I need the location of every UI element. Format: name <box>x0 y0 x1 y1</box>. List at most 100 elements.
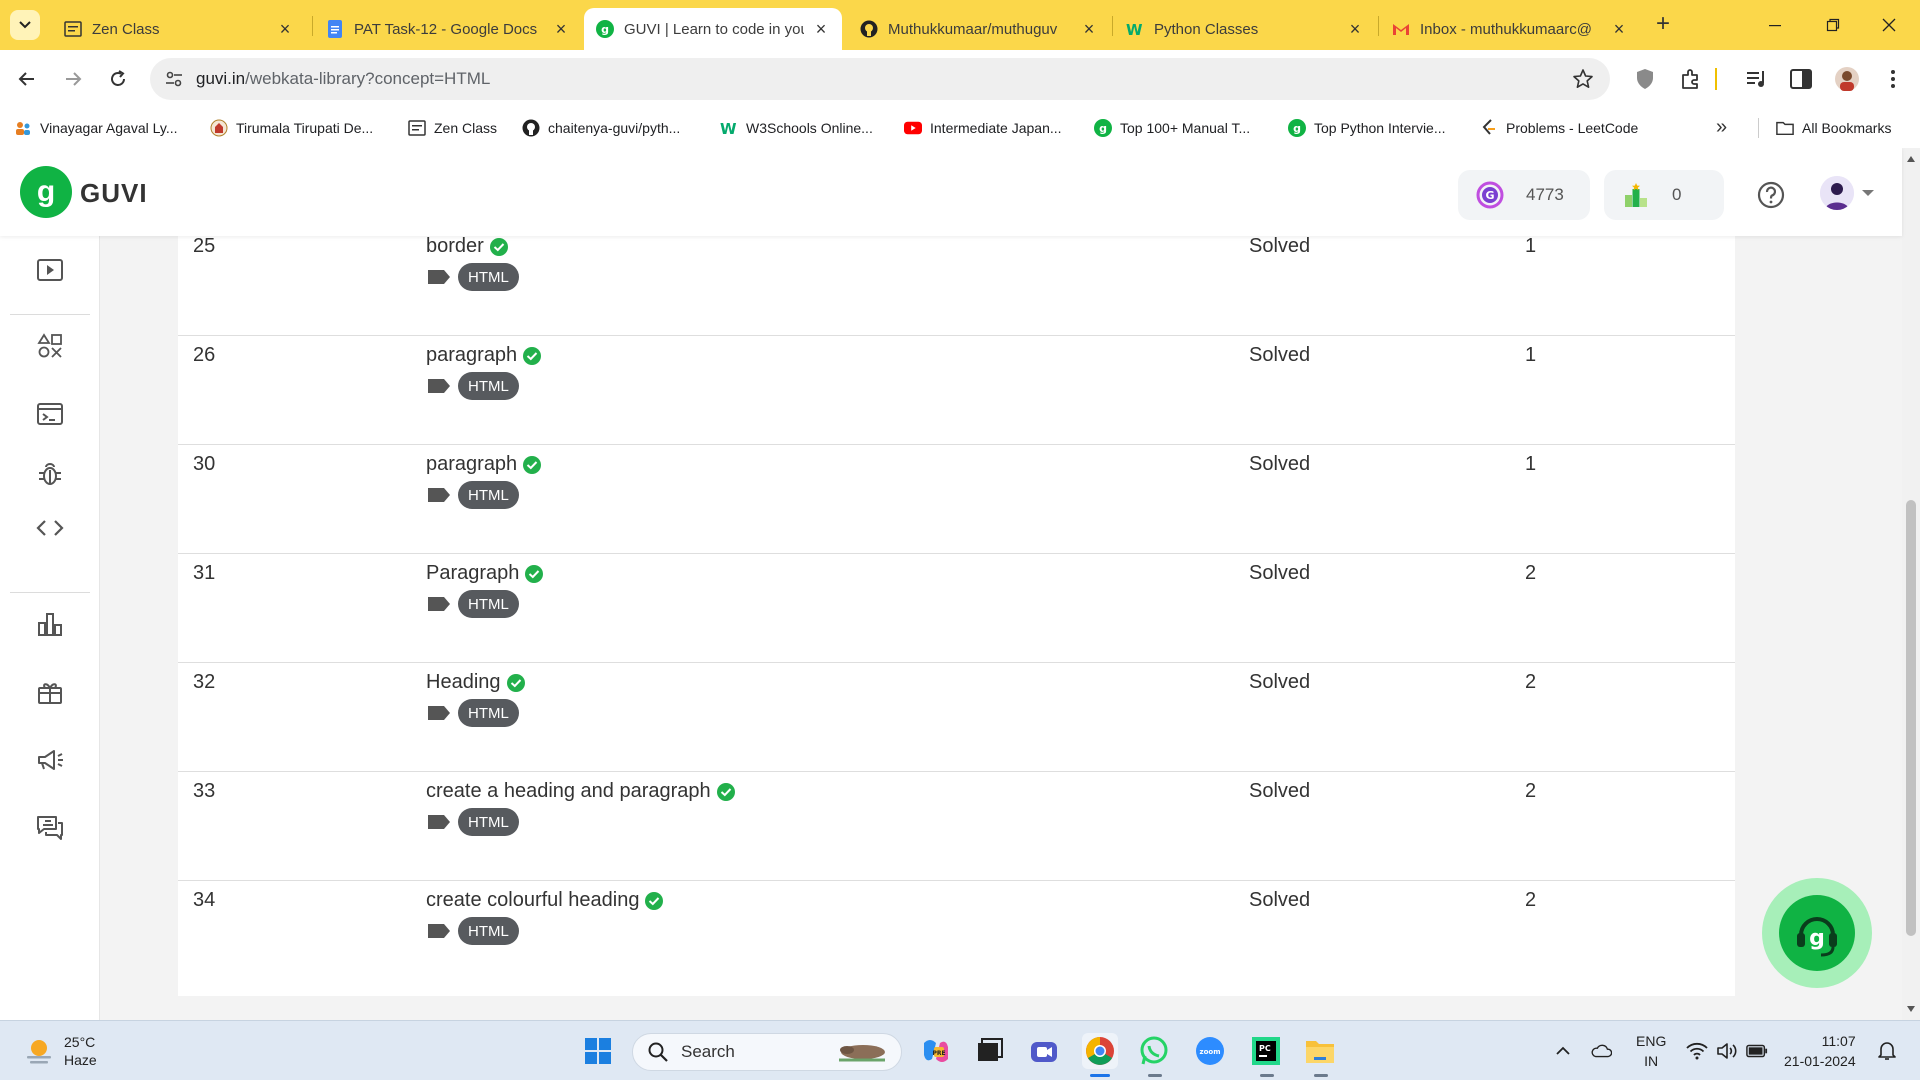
guvi-logo-text[interactable]: GUVI <box>80 178 148 209</box>
taskbar-chrome[interactable] <box>1082 1033 1118 1069</box>
address-bar[interactable]: guvi.in/webkata-library?concept=HTML <box>150 58 1610 100</box>
extensions-puzzle-icon[interactable] <box>1678 66 1704 92</box>
sidebar-item-ide[interactable] <box>30 394 70 434</box>
scrollbar-thumb[interactable] <box>1906 500 1916 936</box>
user-avatar[interactable] <box>1820 176 1854 210</box>
forward-button[interactable] <box>58 64 88 94</box>
sidebar-item-practice[interactable] <box>30 326 70 366</box>
sidebar-item-announcements[interactable] <box>30 740 70 780</box>
battery-icon[interactable] <box>1746 1041 1768 1061</box>
all-bookmarks-button[interactable]: All Bookmarks <box>1776 118 1891 138</box>
tab-guvi[interactable]: g GUVI | Learn to code in you × <box>584 8 842 50</box>
tab-github[interactable]: Muthukkumaar/muthuguv × <box>848 8 1110 50</box>
problem-title[interactable]: border <box>426 235 508 258</box>
scroll-down-arrow-icon[interactable] <box>1907 1006 1915 1012</box>
bookmark-item[interactable]: Intermediate Japan... <box>904 118 1062 138</box>
site-settings-icon[interactable] <box>164 69 184 89</box>
concept-tag[interactable]: HTML <box>458 699 519 727</box>
media-controls-icon[interactable] <box>1744 66 1770 92</box>
table-row[interactable]: 34 create colourful heading HTML Solved … <box>178 881 1735 990</box>
concept-tag[interactable]: HTML <box>458 481 519 509</box>
taskbar-search-box[interactable]: Search <box>632 1033 902 1071</box>
taskbar-pycharm[interactable]: PC <box>1248 1033 1284 1069</box>
taskbar-whatsapp[interactable] <box>1136 1033 1172 1069</box>
tab-zen-class[interactable]: Zen Class × <box>52 8 306 50</box>
concept-tag[interactable]: HTML <box>458 263 519 291</box>
concept-tag[interactable]: HTML <box>458 372 519 400</box>
sidebar-item-forum[interactable] <box>30 808 70 848</box>
tab-search-button[interactable] <box>10 10 40 40</box>
concept-tag[interactable]: HTML <box>458 590 519 618</box>
table-row[interactable]: 26 paragraph HTML Solved 1 <box>178 336 1735 445</box>
start-button[interactable] <box>580 1033 616 1069</box>
table-row[interactable]: 25 border HTML Solved 1 <box>178 227 1735 336</box>
notifications-bell-icon[interactable] <box>1876 1041 1898 1061</box>
shield-extension-icon[interactable] <box>1632 66 1658 92</box>
table-row[interactable]: 33 create a heading and paragraph HTML S… <box>178 772 1735 881</box>
tab-google-docs[interactable]: PAT Task-12 - Google Docs × <box>314 8 582 50</box>
taskbar-copilot[interactable]: PRE <box>918 1033 954 1069</box>
profile-avatar-icon[interactable] <box>1834 66 1860 92</box>
sidebar-item-webkata[interactable] <box>30 508 70 548</box>
taskbar-meet[interactable] <box>1026 1033 1062 1069</box>
close-icon[interactable]: × <box>1346 20 1364 38</box>
problem-title[interactable]: paragraph <box>426 453 542 476</box>
geekoins-chip[interactable]: G 4773 <box>1458 170 1590 220</box>
bookmark-item[interactable]: g Top Python Intervie... <box>1288 118 1446 138</box>
close-icon[interactable]: × <box>552 20 570 38</box>
system-clock[interactable]: 11:07 21-01-2024 <box>1784 1031 1856 1071</box>
wifi-icon[interactable] <box>1686 1041 1708 1061</box>
chrome-menu-icon[interactable] <box>1880 66 1906 92</box>
rank-chip[interactable]: 0 <box>1604 170 1724 220</box>
help-icon[interactable] <box>1756 180 1786 210</box>
close-icon[interactable]: × <box>812 20 830 38</box>
problem-title[interactable]: create a heading and paragraph <box>426 780 735 803</box>
url-text[interactable]: guvi.in/webkata-library?concept=HTML <box>196 69 490 89</box>
table-row[interactable]: 31 Paragraph HTML Solved 2 <box>178 554 1735 663</box>
taskbar-zoom[interactable]: zoom <box>1192 1033 1228 1069</box>
input-language[interactable]: ENG IN <box>1636 1031 1666 1071</box>
bookmark-item[interactable]: Problems - LeetCode <box>1480 118 1638 138</box>
bookmark-item[interactable]: g Top 100+ Manual T... <box>1094 118 1250 138</box>
table-row[interactable]: 32 Heading HTML Solved 2 <box>178 663 1735 772</box>
sidebar-item-rewards[interactable] <box>30 672 70 712</box>
caret-down-icon[interactable] <box>1862 190 1874 196</box>
problem-title[interactable]: create colourful heading <box>426 889 664 912</box>
problem-title[interactable]: Heading <box>426 671 525 694</box>
tab-gmail[interactable]: Inbox - muthukkumaarc@ × <box>1380 8 1640 50</box>
side-panel-icon[interactable] <box>1788 66 1814 92</box>
bookmark-item[interactable]: Vinayagar Agaval Ly... <box>14 118 178 138</box>
sidebar-item-debugging[interactable] <box>30 454 70 494</box>
bookmark-item[interactable]: Tirumala Tirupati De... <box>210 118 373 138</box>
sidebar-item-videos[interactable] <box>30 250 70 290</box>
volume-icon[interactable] <box>1716 1041 1738 1061</box>
problem-title[interactable]: paragraph <box>426 344 542 367</box>
concept-tag[interactable]: HTML <box>458 808 519 836</box>
sidebar-item-leaderboard[interactable] <box>30 604 70 644</box>
taskbar-file-explorer[interactable] <box>1302 1033 1338 1069</box>
weather-widget[interactable]: 25°C Haze <box>24 1033 97 1069</box>
back-button[interactable] <box>12 64 42 94</box>
problem-title[interactable]: Paragraph <box>426 562 544 585</box>
bookmark-item[interactable]: chaitenya-guvi/pyth... <box>522 118 680 138</box>
table-row[interactable]: 30 paragraph HTML Solved 1 <box>178 445 1735 554</box>
concept-tag[interactable]: HTML <box>458 917 519 945</box>
support-chat-button[interactable]: g <box>1762 878 1872 988</box>
bookmark-item[interactable]: W W3Schools Online... <box>720 118 873 138</box>
reload-button[interactable] <box>103 64 133 94</box>
close-icon[interactable]: × <box>1080 20 1098 38</box>
new-tab-button[interactable]: + <box>1650 12 1676 38</box>
bookmarks-overflow-button[interactable]: » <box>1716 116 1727 139</box>
scroll-up-arrow-icon[interactable] <box>1907 156 1915 162</box>
bookmark-item[interactable]: Zen Class <box>408 118 497 138</box>
show-hidden-icons-button[interactable] <box>1552 1041 1574 1061</box>
tab-python-classes[interactable]: W Python Classes × <box>1114 8 1376 50</box>
restore-button[interactable] <box>1818 12 1848 38</box>
bookmark-star-icon[interactable] <box>1572 68 1594 90</box>
close-icon[interactable]: × <box>1610 20 1628 38</box>
minimize-button[interactable] <box>1760 12 1790 38</box>
taskbar-task-view[interactable] <box>972 1033 1008 1069</box>
onedrive-icon[interactable] <box>1590 1041 1612 1061</box>
page-scrollbar[interactable] <box>1902 148 1920 1020</box>
close-icon[interactable]: × <box>276 20 294 38</box>
